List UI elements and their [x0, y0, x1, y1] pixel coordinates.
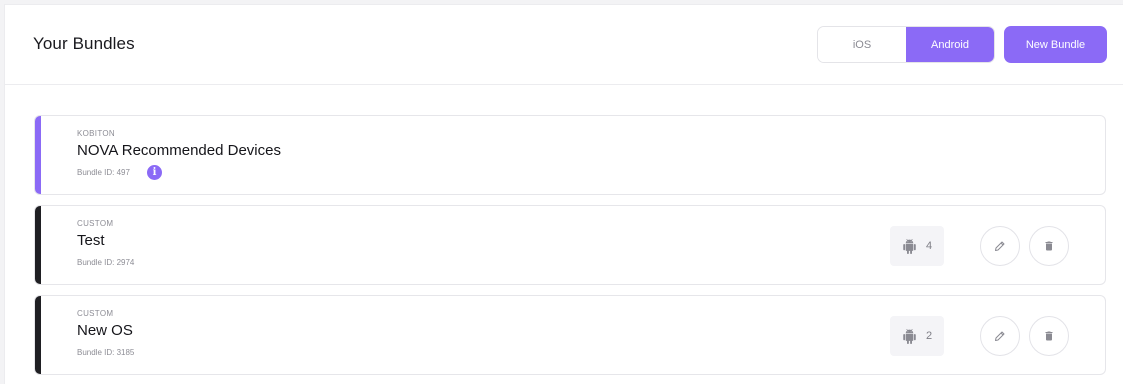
bundle-type: KOBITON: [77, 129, 115, 138]
bundle-accent-bar: [35, 116, 41, 194]
edit-button[interactable]: [980, 316, 1020, 356]
delete-button[interactable]: [1029, 316, 1069, 356]
android-icon: [903, 328, 916, 344]
device-count: 2: [925, 330, 933, 342]
android-icon: [903, 238, 916, 254]
pencil-icon: [995, 241, 1005, 251]
trash-icon: [1045, 241, 1053, 251]
bundle-id: Bundle ID: 497: [77, 168, 130, 177]
bundle-card[interactable]: CUSTOM New OS Bundle ID: 3185 2: [34, 295, 1106, 375]
new-bundle-button[interactable]: New Bundle: [1004, 26, 1107, 63]
bundle-type: CUSTOM: [77, 219, 114, 228]
ios-toggle-button[interactable]: iOS: [818, 27, 906, 62]
trash-icon: [1045, 331, 1053, 341]
bundle-card[interactable]: CUSTOM Test Bundle ID: 2974 4: [34, 205, 1106, 285]
bundle-accent-bar: [35, 296, 41, 374]
bundles-panel: Your Bundles iOS Android New Bundle KOBI…: [4, 4, 1123, 384]
info-icon[interactable]: i: [147, 165, 162, 180]
bundle-name: NOVA Recommended Devices: [77, 142, 281, 159]
delete-button[interactable]: [1029, 226, 1069, 266]
pencil-icon: [995, 331, 1005, 341]
device-count-badge: 2: [890, 316, 944, 356]
edit-button[interactable]: [980, 226, 1020, 266]
bundles-header: Your Bundles iOS Android New Bundle: [5, 5, 1123, 85]
bundle-accent-bar: [35, 206, 41, 284]
platform-toggle: iOS Android: [817, 26, 995, 63]
android-toggle-button[interactable]: Android: [906, 27, 994, 62]
bundle-name: New OS: [77, 322, 133, 339]
bundle-name: Test: [77, 232, 105, 249]
device-count: 4: [925, 240, 933, 252]
page-title: Your Bundles: [33, 34, 135, 53]
device-count-badge: 4: [890, 226, 944, 266]
bundle-id: Bundle ID: 2974: [77, 258, 135, 267]
bundle-card[interactable]: KOBITON NOVA Recommended Devices Bundle …: [34, 115, 1106, 195]
bundle-type: CUSTOM: [77, 309, 114, 318]
bundle-id: Bundle ID: 3185: [77, 348, 135, 357]
